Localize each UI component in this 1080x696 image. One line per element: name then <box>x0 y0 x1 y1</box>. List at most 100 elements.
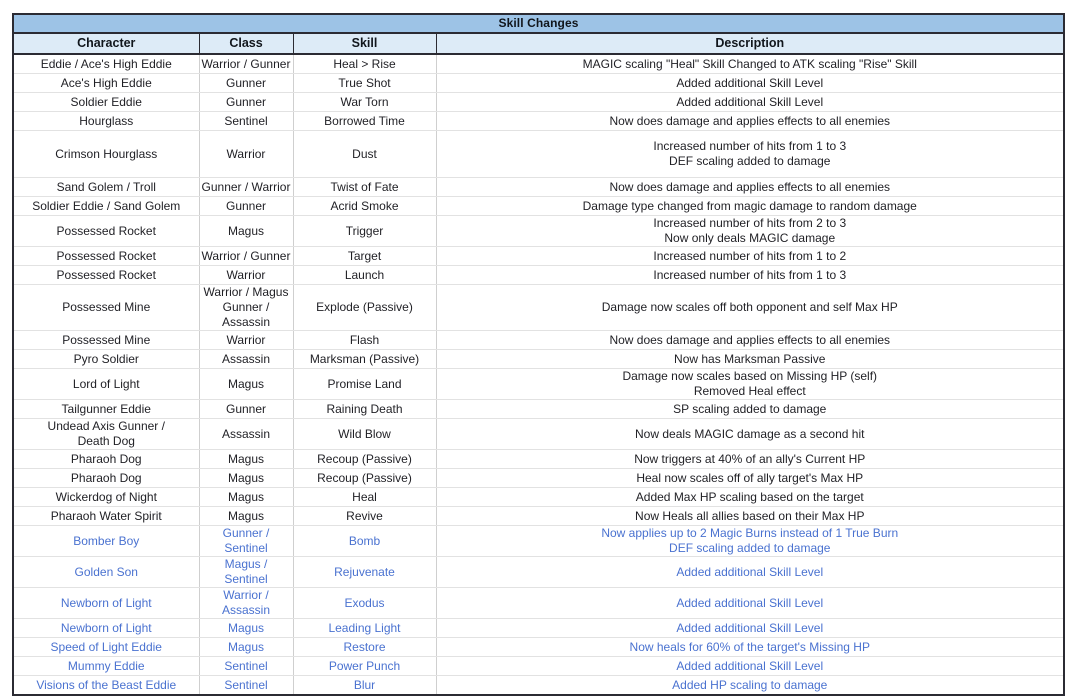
cell-skill: Launch <box>293 266 436 285</box>
table-row: Soldier Eddie / Sand GolemGunner Acrid Sm… <box>13 197 1064 216</box>
table-row: Pharaoh DogMagusRecoup (Passive)Heal now… <box>13 469 1064 488</box>
cell-line: Gunner <box>202 402 291 417</box>
cell-description: Increased number of hits from 1 to 3 <box>436 266 1064 285</box>
cell-line: Hourglass <box>16 114 197 129</box>
cell-line: Promise Land <box>296 377 434 392</box>
cell-description: Added additional Skill Level <box>436 557 1064 588</box>
cell-line: Gunner <box>202 95 291 110</box>
cell-line: Acrid Smoke <box>296 199 434 214</box>
cell-skill: Marksman (Passive) <box>293 350 436 369</box>
cell-class: Magus <box>199 619 293 638</box>
table-row: Bomber BoyGunner / SentinelBombNow appli… <box>13 526 1064 557</box>
table-row: Pyro SoldierAssassinMarksman (Passive)No… <box>13 350 1064 369</box>
cell-description: Now Heals all allies based on their Max … <box>436 507 1064 526</box>
cell-line: Magus / Sentinel <box>202 557 291 587</box>
cell-line: Warrior / Assassin <box>202 588 291 618</box>
cell-line: Possessed Rocket <box>16 224 197 239</box>
table-row: Newborn of LightMagusLeading LightAdded … <box>13 619 1064 638</box>
cell-line: Soldier Eddie <box>16 95 197 110</box>
column-header-skill: Skill <box>293 33 436 54</box>
cell-line: Sentinel <box>202 678 291 693</box>
cell-skill: Rejuvenate <box>293 557 436 588</box>
cell-line: Sand Golem / Troll <box>16 180 197 195</box>
table-row: Visions of the Beast EddieSentinelBlurAd… <box>13 676 1064 696</box>
cell-description: Now does damage and applies effects to a… <box>436 112 1064 131</box>
table-row: Newborn of LightWarrior / AssassinExodus… <box>13 588 1064 619</box>
cell-line: Possessed Mine <box>16 333 197 348</box>
cell-class: Magus <box>199 507 293 526</box>
cell-character: Soldier Eddie <box>13 93 199 112</box>
cell-description: Now applies up to 2 Magic Burns instead … <box>436 526 1064 557</box>
table-row: Sand Golem / Troll Gunner / Warrior Twist … <box>13 178 1064 197</box>
cell-line: Gunner <box>202 199 291 214</box>
skill-changes-table: Skill Changes Character Class Skill Desc… <box>12 13 1065 696</box>
cell-line: Target <box>296 249 434 264</box>
cell-description: Increased number of hits from 2 to 3Now … <box>436 216 1064 247</box>
cell-skill: Acrid Smoke <box>293 197 436 216</box>
cell-description: Now has Marksman Passive <box>436 350 1064 369</box>
cell-line: Twist of Fate <box>296 180 434 195</box>
cell-class: Gunner <box>199 400 293 419</box>
description-line: Added additional Skill Level <box>439 95 1062 110</box>
table-header: Skill Changes Character Class Skill Desc… <box>13 14 1064 54</box>
column-header-character: Character <box>13 33 199 54</box>
cell-character: Undead Axis Gunner /Death Dog <box>13 419 199 450</box>
cell-skill: Flash <box>293 331 436 350</box>
cell-description: MAGIC scaling "Heal" Skill Changed to AT… <box>436 54 1064 74</box>
skill-changes-table-container: Skill Changes Character Class Skill Desc… <box>12 13 1063 696</box>
table-row: Golden SonMagus / SentinelRejuvenateAdde… <box>13 557 1064 588</box>
cell-class: Gunner <box>199 93 293 112</box>
description-line: Added additional Skill Level <box>439 621 1062 636</box>
cell-character: Possessed Rocket <box>13 216 199 247</box>
cell-character: Pyro Soldier <box>13 350 199 369</box>
table-row: Lord of LightMagusPromise LandDamage now… <box>13 369 1064 400</box>
cell-line: Warrior <box>202 147 291 162</box>
cell-skill: Borrowed Time <box>293 112 436 131</box>
cell-skill: Wild Blow <box>293 419 436 450</box>
cell-line: Heal <box>296 490 434 505</box>
cell-character: Bomber Boy <box>13 526 199 557</box>
cell-line: Magus <box>202 490 291 505</box>
description-line: Damage type changed from magic damage to… <box>439 199 1062 214</box>
cell-skill: Heal <box>293 488 436 507</box>
cell-skill: Exodus <box>293 588 436 619</box>
cell-character: Soldier Eddie / Sand Golem <box>13 197 199 216</box>
cell-line: Power Punch <box>296 659 434 674</box>
cell-line: Dust <box>296 147 434 162</box>
cell-description: Added additional Skill Level <box>436 657 1064 676</box>
cell-line: Crimson Hourglass <box>16 147 197 162</box>
table-body: Eddie / Ace's High EddieWarrior / Gunner… <box>13 54 1064 695</box>
cell-class: Gunner <box>199 197 293 216</box>
cell-description: Increased number of hits from 1 to 2 <box>436 247 1064 266</box>
table-row: Pharaoh DogMagusRecoup (Passive)Now trig… <box>13 450 1064 469</box>
cell-class: Assassin <box>199 350 293 369</box>
table-row: Crimson HourglassWarriorDustIncreased nu… <box>13 131 1064 178</box>
table-row: Mummy EddieSentinelPower PunchAdded addi… <box>13 657 1064 676</box>
cell-line: Leading Light <box>296 621 434 636</box>
cell-line: Warrior / Magus <box>202 285 291 300</box>
cell-description: Added HP scaling to damage <box>436 676 1064 696</box>
description-line: Added Max HP scaling based on the target <box>439 490 1062 505</box>
cell-line: Warrior / Gunner <box>202 57 291 72</box>
cell-description: SP scaling added to damage <box>436 400 1064 419</box>
cell-line: Explode (Passive) <box>296 300 434 315</box>
description-line: Now only deals MAGIC damage <box>439 231 1062 246</box>
table-row: Wickerdog of NightMagusHealAdded Max HP … <box>13 488 1064 507</box>
cell-line: Launch <box>296 268 434 283</box>
cell-class: Magus <box>199 450 293 469</box>
cell-character: Visions of the Beast Eddie <box>13 676 199 696</box>
cell-description: Added additional Skill Level <box>436 93 1064 112</box>
cell-line: Possessed Rocket <box>16 268 197 283</box>
cell-skill: Heal > Rise <box>293 54 436 74</box>
cell-character: Newborn of Light <box>13 588 199 619</box>
cell-skill: Promise Land <box>293 369 436 400</box>
description-line: Increased number of hits from 2 to 3 <box>439 216 1062 231</box>
description-line: Now triggers at 40% of an ally's Current… <box>439 452 1062 467</box>
cell-line: Gunner / Warrior <box>202 180 291 195</box>
cell-line: Rejuvenate <box>296 565 434 580</box>
cell-line: Warrior <box>202 333 291 348</box>
cell-line: Pharaoh Dog <box>16 452 197 467</box>
cell-class: Warrior <box>199 131 293 178</box>
description-line: Damage now scales based on Missing HP (s… <box>439 369 1062 384</box>
cell-line: Gunner / Assassin <box>202 300 291 330</box>
